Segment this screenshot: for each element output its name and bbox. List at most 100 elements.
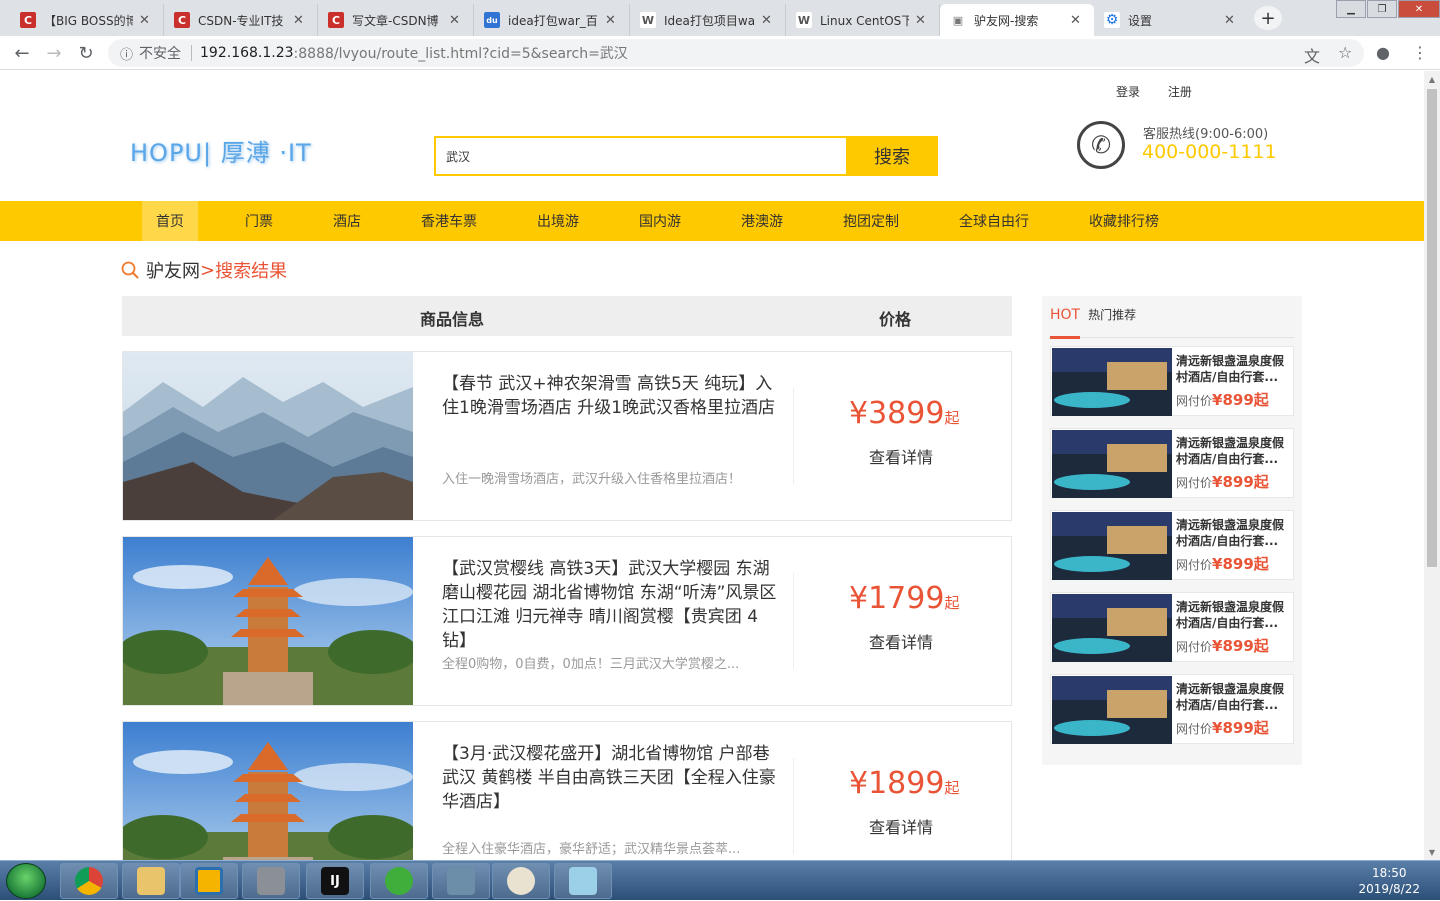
browser-tab[interactable]: W Idea打包项目wa ✕ <box>630 4 786 36</box>
view-detail-link[interactable]: 查看详情 <box>869 444 933 468</box>
translate-icon[interactable]: 文 <box>1304 43 1320 67</box>
reload-icon[interactable]: ↻ <box>74 41 98 65</box>
nav-item-hotel[interactable]: 酒店 <box>333 201 361 241</box>
hot-item-name[interactable]: 清远新银盏温泉度假村酒店/自由行套... <box>1176 435 1291 467</box>
nav-item-custom[interactable]: 抱团定制 <box>843 201 899 241</box>
tab-close-icon[interactable]: ✕ <box>1070 13 1084 28</box>
nav-item-global[interactable]: 全球自由行 <box>959 201 1029 241</box>
window-close-icon[interactable]: ✕ <box>1398 0 1440 18</box>
route-image-pagoda[interactable] <box>123 537 413 705</box>
view-detail-link[interactable]: 查看详情 <box>869 814 933 838</box>
route-item[interactable]: 【春节 武汉+神农架滑雪 高铁5天 纯玩】入住1晚滑雪场酒店 升级1晚武汉香格里… <box>122 351 1012 521</box>
route-item[interactable]: 【3月·武汉樱花盛开】湖北省博物馆 户部巷 武汉 黄鹤楼 半自由高铁三天团【全程… <box>122 721 1012 860</box>
price-label: 网付价 <box>1176 558 1213 572</box>
hot-item-name[interactable]: 清远新银盏温泉度假村酒店/自由行套... <box>1176 681 1291 713</box>
taskbar-intellij[interactable]: IJ <box>306 863 364 899</box>
hot-item-name[interactable]: 清远新银盏温泉度假村酒店/自由行套... <box>1176 517 1291 549</box>
nav-item-domestic[interactable]: 国内游 <box>639 201 681 241</box>
nav-item-ranking[interactable]: 收藏排行榜 <box>1089 201 1159 241</box>
nav-item-hk-macau[interactable]: 港澳游 <box>741 201 783 241</box>
nav-item-hk-bus[interactable]: 香港车票 <box>421 201 477 241</box>
tab-close-icon[interactable]: ✕ <box>139 13 153 28</box>
maximize-icon[interactable]: ❐ <box>1367 0 1397 18</box>
browser-tab[interactable]: C 写文章-CSDN博 ✕ <box>318 4 474 36</box>
taskbar-app[interactable] <box>432 863 490 899</box>
nav-item-home[interactable]: 首页 <box>142 201 198 241</box>
view-detail-link[interactable]: 查看详情 <box>869 629 933 653</box>
breadcrumb-site[interactable]: 驴友网 <box>146 257 200 283</box>
tab-close-icon[interactable]: ✕ <box>605 13 619 28</box>
taskbar-app[interactable] <box>242 863 300 899</box>
scrollbar-thumb[interactable] <box>1427 89 1437 567</box>
back-arrow-icon[interactable]: ← <box>10 41 34 65</box>
taskbar-app[interactable] <box>554 863 612 899</box>
hot-item-image[interactable] <box>1052 594 1172 662</box>
browser-tab[interactable]: W Linux CentOS下 ✕ <box>786 4 940 36</box>
profile-avatar-icon[interactable]: ● <box>1376 43 1390 62</box>
hot-item-name[interactable]: 清远新银盏温泉度假村酒店/自由行套... <box>1176 353 1291 385</box>
address-bar[interactable]: ⓘ 不安全 192.168.1.23 :8888/lvyou/route_lis… <box>108 39 1364 67</box>
start-button-icon[interactable] <box>6 863 46 899</box>
new-tab-plus-icon[interactable]: + <box>1254 6 1282 30</box>
scroll-up-icon[interactable]: ▲ <box>1424 71 1440 87</box>
minimize-icon[interactable]: ▁ <box>1336 0 1366 18</box>
price-label: 网付价 <box>1176 476 1213 490</box>
hot-item[interactable]: 清远新银盏温泉度假村酒店/自由行套... 网付价¥899起 <box>1050 428 1294 498</box>
hot-item[interactable]: 清远新银盏温泉度假村酒店/自由行套... 网付价¥899起 <box>1050 346 1294 416</box>
phone-icon: ✆ <box>1077 121 1125 169</box>
tab-close-icon[interactable]: ✕ <box>761 13 775 28</box>
forward-arrow-icon[interactable]: → <box>42 41 66 65</box>
taskbar-explorer[interactable] <box>122 863 180 899</box>
hot-item-image[interactable] <box>1052 430 1172 498</box>
hot-item-name[interactable]: 清远新银盏温泉度假村酒店/自由行套... <box>1176 599 1291 631</box>
site-logo[interactable]: HOPU| 厚溥 ·IT <box>130 133 312 168</box>
hot-item-image[interactable] <box>1052 512 1172 580</box>
hot-item-image[interactable] <box>1052 676 1172 744</box>
folder-icon <box>137 867 165 895</box>
hot-item[interactable]: 清远新银盏温泉度假村酒店/自由行套... 网付价¥899起 <box>1050 592 1294 662</box>
taskbar-app[interactable] <box>370 863 428 899</box>
search-input[interactable]: 武汉 <box>434 136 846 176</box>
hot-item-price: 网付价¥899起 <box>1176 389 1269 410</box>
browser-toolbar: ← → ↻ ⓘ 不安全 192.168.1.23 :8888/lvyou/rou… <box>0 36 1440 70</box>
chrome-icon <box>75 867 103 895</box>
scroll-down-icon[interactable]: ▼ <box>1424 844 1440 860</box>
taskbar-paint[interactable] <box>492 863 550 899</box>
browser-tab[interactable]: C CSDN-专业IT技 ✕ <box>164 4 318 36</box>
tab-close-icon[interactable]: ✕ <box>293 13 307 28</box>
divider <box>793 388 794 484</box>
browser-tab[interactable]: C 【BIG BOSS的博 ✕ <box>10 4 164 36</box>
breadcrumb-separator: > <box>200 259 216 281</box>
route-item[interactable]: 【武汉赏樱线 高铁3天】武汉大学樱园 东湖磨山樱花园 湖北省博物馆 东湖“听涛”… <box>122 536 1012 706</box>
price-suffix: 起 <box>944 779 960 797</box>
route-title[interactable]: 【3月·武汉樱花盛开】湖北省博物馆 户部巷 武汉 黄鹤楼 半自由高铁三天团【全程… <box>442 742 777 814</box>
tab-close-icon[interactable]: ✕ <box>1224 13 1238 28</box>
login-link[interactable]: 登录 <box>1116 85 1140 99</box>
nav-item-tickets[interactable]: 门票 <box>245 201 273 241</box>
bookmark-star-icon[interactable]: ☆ <box>1338 43 1352 62</box>
baidu-favicon-icon: du <box>484 12 500 28</box>
browser-tab[interactable]: ⚙ 设置 ✕ <box>1094 4 1248 36</box>
browser-tab-active[interactable]: ▣ 驴友网-搜索 ✕ <box>940 4 1094 36</box>
taskbar-chrome[interactable] <box>60 863 118 899</box>
menu-kebab-icon[interactable]: ⋮ <box>1412 43 1428 62</box>
hotline-number: 400-000-1111 <box>1142 141 1277 163</box>
search-button[interactable]: 搜索 <box>846 136 938 176</box>
tab-close-icon[interactable]: ✕ <box>915 13 929 28</box>
hot-item-price: 网付价¥899起 <box>1176 717 1269 738</box>
page-scrollbar[interactable]: ▲ ▼ <box>1424 71 1440 860</box>
nav-item-outbound[interactable]: 出境游 <box>537 201 579 241</box>
taskbar-app[interactable] <box>180 863 238 899</box>
register-link[interactable]: 注册 <box>1168 85 1192 99</box>
hot-item[interactable]: 清远新银盏温泉度假村酒店/自由行套... 网付价¥899起 <box>1050 510 1294 580</box>
clock[interactable]: 18:50 2019/8/22 <box>1358 865 1420 897</box>
info-icon[interactable]: ⓘ <box>120 44 133 63</box>
hot-item[interactable]: 清远新银盏温泉度假村酒店/自由行套... 网付价¥899起 <box>1050 674 1294 744</box>
browser-tab[interactable]: du idea打包war_百 ✕ <box>474 4 630 36</box>
tab-close-icon[interactable]: ✕ <box>449 13 463 28</box>
hot-item-image[interactable] <box>1052 348 1172 416</box>
route-image-pagoda[interactable] <box>123 722 413 860</box>
route-title[interactable]: 【武汉赏樱线 高铁3天】武汉大学樱园 东湖磨山樱花园 湖北省博物馆 东湖“听涛”… <box>442 557 777 653</box>
route-image-mountains[interactable] <box>123 352 413 520</box>
route-title[interactable]: 【春节 武汉+神农架滑雪 高铁5天 纯玩】入住1晚滑雪场酒店 升级1晚武汉香格里… <box>442 372 777 420</box>
